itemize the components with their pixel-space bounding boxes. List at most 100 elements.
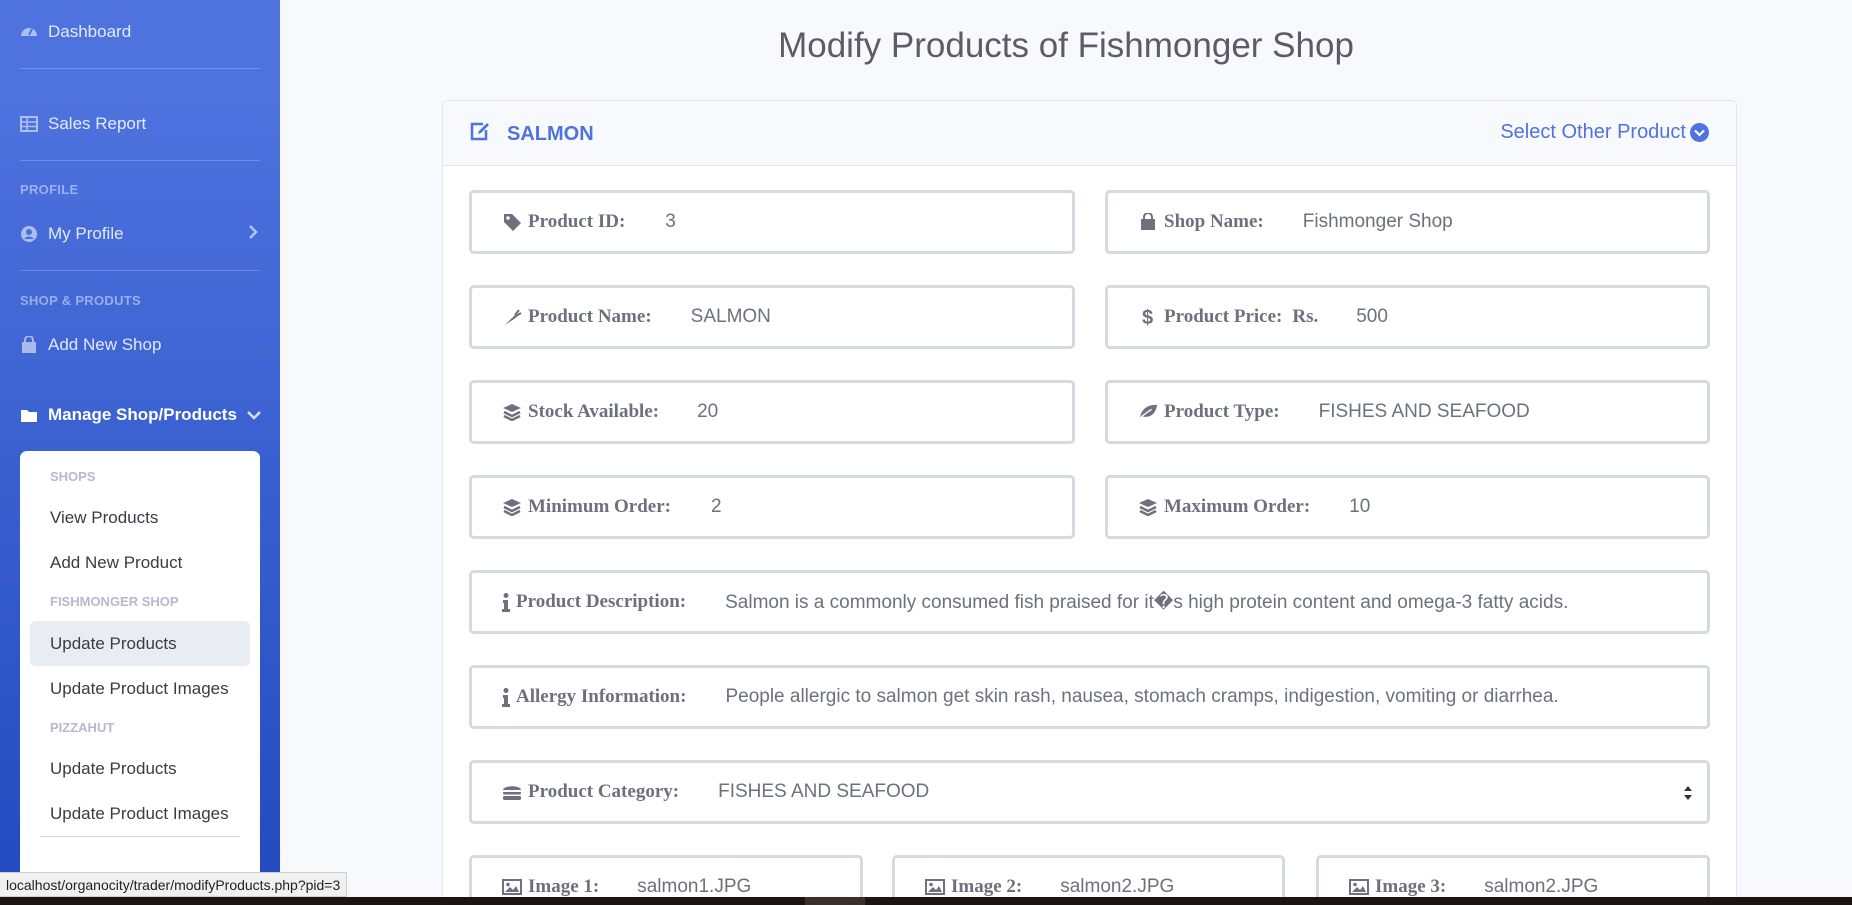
allergy-information-field[interactable]: Allergy Information: People allergic to …	[469, 665, 1710, 729]
nav-dashboard[interactable]: Dashboard	[20, 22, 131, 42]
submenu-fish-update-products[interactable]: Update Products	[30, 621, 250, 666]
card-title: SALMON	[469, 121, 594, 147]
maximum-order-value: 10	[1349, 496, 1371, 517]
product-name-value: SALMON	[690, 306, 771, 327]
dollar-icon: $	[1138, 307, 1158, 327]
product-price-value: 500	[1356, 306, 1388, 327]
nav-sales-report[interactable]: Sales Report	[20, 114, 146, 134]
product-category-value: FISHES AND SEAFOOD	[718, 781, 930, 802]
submenu-heading-shops: SHOPS	[50, 469, 96, 484]
product-price-field[interactable]: $ Product Price: Rs. 500	[1105, 285, 1710, 349]
nav-my-profile[interactable]: My Profile	[20, 224, 260, 244]
heading-profile: PROFILE	[20, 182, 79, 197]
product-type-field[interactable]: Product Type: FISHES AND SEAFOOD	[1105, 380, 1710, 444]
product-name-field[interactable]: Product Name: SALMON	[469, 285, 1075, 349]
leaf-icon	[1138, 403, 1158, 421]
stock-available-field[interactable]: Stock Available: 20	[469, 380, 1075, 444]
minimum-order-field[interactable]: Minimum Order: 2	[469, 475, 1075, 539]
product-description-value: Salmon is a commonly consumed fish prais…	[725, 591, 1569, 613]
submenu-add-new-product[interactable]: Add New Product	[30, 540, 250, 585]
nav-dashboard-label: Dashboard	[48, 22, 132, 41]
nav-manage-shop-products[interactable]: Manage Shop/Products	[20, 405, 261, 425]
nav-manage-label: Manage Shop/Products	[48, 405, 237, 424]
layer-group-icon	[502, 498, 522, 516]
product-price-label: $ Product Price: Rs.	[1138, 306, 1318, 328]
product-type-value: FISHES AND SEAFOOD	[1318, 401, 1530, 422]
browser-status-url: localhost/organocity/trader/modifyProduc…	[0, 872, 348, 897]
image-1-label: Image 1:	[502, 876, 599, 898]
sidebar: Dashboard Sales Report PROFILE My Profil…	[0, 0, 280, 905]
page-title: Modify Products of Fishmonger Shop	[778, 26, 1354, 65]
image-2-label: Image 2:	[925, 876, 1022, 898]
submenu-divider	[40, 836, 240, 837]
carrot-icon	[502, 308, 522, 327]
stock-available-value: 20	[697, 401, 719, 422]
submenu-pizza-update-products[interactable]: Update Products	[30, 746, 250, 791]
minimum-order-label: Minimum Order:	[502, 496, 671, 518]
submenu-fish-update-images[interactable]: Update Product Images	[30, 666, 250, 711]
image-3-value: salmon2.JPG	[1484, 876, 1599, 897]
allergy-information-value: People allergic to salmon get skin rash,…	[725, 686, 1559, 707]
table-icon	[20, 115, 38, 133]
submenu-heading-pizzahut: PIZZAHUT	[50, 720, 115, 735]
nav-add-new-shop-label: Add New Shop	[48, 335, 162, 354]
image-icon	[1349, 879, 1369, 895]
minimum-order-value: 2	[711, 496, 722, 517]
chevron-down-icon	[247, 405, 261, 425]
bottom-taskbar-strip	[0, 897, 1852, 905]
select-arrows-icon	[1683, 785, 1693, 806]
tachometer-icon	[20, 23, 38, 41]
nav-sales-report-label: Sales Report	[48, 114, 147, 133]
taskbar-segment	[805, 897, 865, 905]
shopping-bag-icon	[20, 336, 38, 354]
manage-submenu: SHOPS View Products Add New Product FISH…	[20, 451, 260, 905]
stock-available-label: Stock Available:	[502, 401, 659, 423]
card-title-label: SALMON	[507, 122, 594, 145]
image-3-label: Image 3:	[1349, 876, 1446, 898]
card-header: SALMON Select Other Product	[443, 101, 1736, 166]
shop-name-field[interactable]: Shop Name: Fishmonger Shop	[1105, 190, 1710, 254]
product-description-label: Product Description:	[502, 591, 686, 613]
shop-name-label: Shop Name:	[1138, 211, 1264, 233]
image-2-value: salmon2.JPG	[1060, 876, 1175, 897]
product-type-label: Product Type:	[1138, 401, 1280, 423]
product-category-label: Product Category:	[502, 781, 679, 803]
sidebar-divider	[20, 270, 260, 271]
heading-shop-products: SHOP & PRODUTS	[20, 293, 141, 308]
sidebar-divider	[20, 160, 260, 161]
sidebar-divider	[20, 68, 260, 69]
image-icon	[502, 879, 522, 895]
select-other-label: Select Other Product	[1500, 121, 1686, 143]
shop-name-value: Fishmonger Shop	[1302, 211, 1453, 232]
maximum-order-field[interactable]: Maximum Order: 10	[1105, 475, 1710, 539]
info-icon	[502, 592, 510, 612]
product-description-field[interactable]: Product Description: Salmon is a commonl…	[469, 570, 1710, 634]
product-id-value: 3	[665, 211, 676, 232]
submenu-pizza-update-images[interactable]: Update Product Images	[30, 791, 250, 836]
submenu-view-products[interactable]: View Products	[30, 495, 250, 540]
submenu-heading-fishmonger: FISHMONGER SHOP	[50, 594, 179, 609]
chevron-circle-down-icon	[1690, 123, 1709, 142]
product-id-field[interactable]: Product ID: 3	[469, 190, 1075, 254]
layer-group-icon	[502, 403, 522, 421]
image-1-value: salmon1.JPG	[637, 876, 752, 897]
chevron-right-icon	[248, 224, 258, 244]
maximum-order-label: Maximum Order:	[1138, 496, 1310, 518]
shopping-bag-icon	[1138, 213, 1158, 231]
folder-icon	[20, 406, 38, 424]
hamburger-icon	[502, 783, 522, 801]
svg-text:$: $	[1142, 307, 1153, 327]
info-icon	[502, 687, 510, 707]
image-icon	[925, 879, 945, 895]
nav-add-new-shop[interactable]: Add New Shop	[20, 335, 161, 355]
product-name-label: Product Name:	[502, 306, 652, 328]
product-category-select[interactable]: Product Category: FISHES AND SEAFOOD	[469, 760, 1710, 824]
edit-icon	[469, 121, 491, 147]
user-circle-icon	[20, 225, 38, 243]
nav-my-profile-label: My Profile	[48, 224, 124, 243]
allergy-information-label: Allergy Information:	[502, 686, 686, 708]
select-other-product[interactable]: Select Other Product	[1500, 121, 1709, 144]
tag-icon	[502, 213, 522, 232]
product-id-label: Product ID:	[502, 211, 625, 233]
layer-group-icon	[1138, 498, 1158, 516]
